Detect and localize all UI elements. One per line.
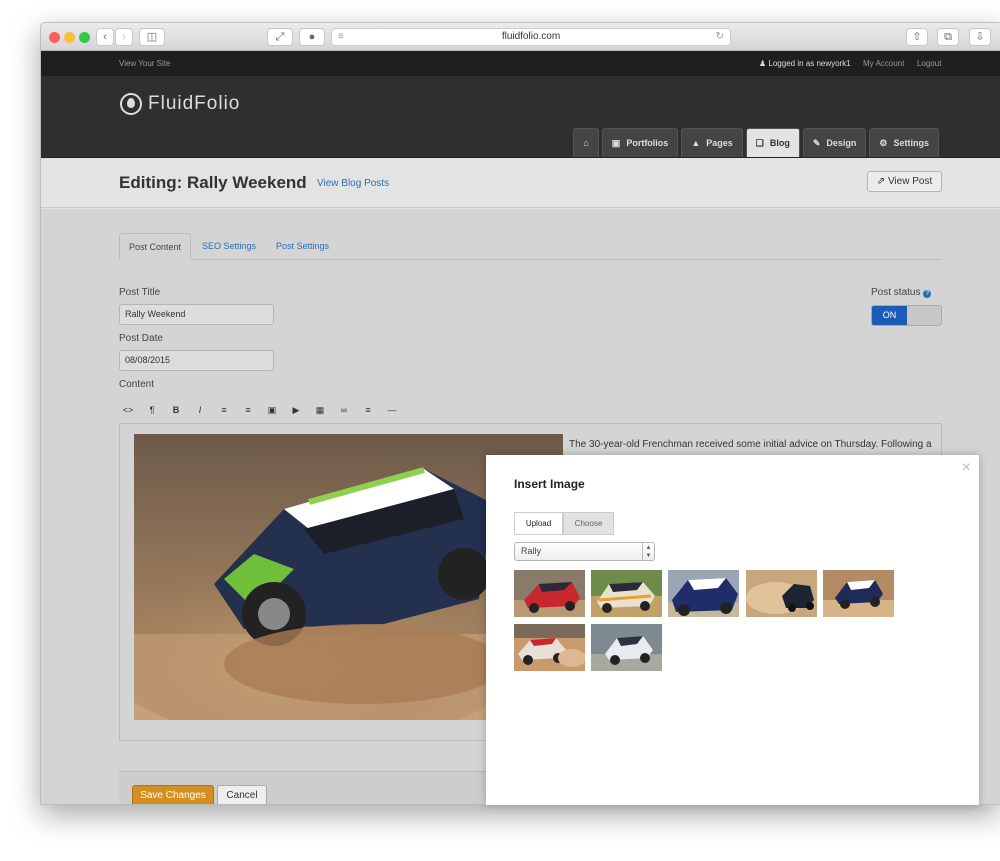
logged-in-label: ♟ Logged in as newyork1 [759, 59, 851, 68]
image-thumbnail[interactable] [514, 624, 585, 671]
view-post-button[interactable]: ⇗ View Post [867, 171, 942, 192]
close-icon[interactable]: × [962, 459, 971, 477]
browser-chrome: ‹ › ◫ ⤢ ● ≡ fluidfolio.com ↻ ⇧ ⧉ ⇩ [41, 23, 1000, 51]
home-icon: ⌂ [583, 138, 589, 148]
code-icon[interactable]: <> [121, 405, 135, 416]
tabs-icon[interactable]: ⧉ [937, 28, 959, 46]
content-label: Content [119, 379, 155, 390]
horizontal-rule-icon[interactable]: — [385, 405, 399, 416]
nav-design[interactable]: ✎ Design [802, 128, 867, 157]
post-title-input[interactable]: Rally Weekend [119, 304, 274, 325]
image-thumbnail[interactable] [591, 570, 662, 617]
back-icon[interactable]: ‹ [96, 28, 114, 46]
ordered-list-icon[interactable]: ≡ [241, 405, 255, 416]
user-icon: ♟ [759, 59, 769, 68]
nav-label: Blog [769, 138, 790, 148]
nav-home[interactable]: ⌂ [573, 128, 599, 157]
modal-title: Insert Image [514, 477, 585, 491]
sidebar-icon[interactable]: ◫ [139, 28, 165, 46]
insert-image-modal: Insert Image × Upload Choose Rally ▲ ▼ [486, 455, 979, 805]
align-icon[interactable]: ≡ [361, 405, 375, 416]
logo-text: FluidFolio [148, 93, 241, 114]
unordered-list-icon[interactable]: ≡ [217, 405, 231, 416]
my-account-link[interactable]: My Account [863, 59, 904, 68]
page-subheader: Editing: Rally Weekend View Blog Posts ⇗… [41, 158, 1000, 208]
tab-post-settings[interactable]: Post Settings [276, 233, 329, 260]
reader-icon[interactable]: ≡ [338, 29, 344, 45]
image-thumbnail[interactable] [668, 570, 739, 617]
italic-icon[interactable]: I [193, 405, 207, 416]
post-tabs: Post Content SEO Settings Post Settings [119, 233, 942, 260]
image-thumbnail[interactable] [591, 624, 662, 671]
admin-topbar: View Your Site ♟ Logged in as newyork1 M… [41, 51, 1000, 76]
folder-select-value: Rally [521, 546, 542, 556]
select-arrows-icon: ▲ ▼ [642, 543, 654, 560]
gears-icon: ⚙ [879, 137, 888, 148]
nav-label: Pages [706, 138, 733, 148]
logo[interactable]: FluidFolio [120, 93, 240, 115]
image-thumbnail[interactable] [823, 570, 894, 617]
image-thumbnail[interactable] [746, 570, 817, 617]
post-status-label: Post status ? [871, 287, 932, 298]
comments-icon: ❏ [755, 137, 764, 148]
link-icon[interactable]: ∞ [337, 405, 351, 416]
close-window-button[interactable] [49, 32, 60, 43]
folder-select[interactable]: Rally ▲ ▼ [514, 542, 655, 561]
share-icon[interactable]: ⇧ [906, 28, 928, 46]
nav-blog[interactable]: ❏ Blog [745, 128, 800, 157]
bold-icon[interactable]: B [169, 405, 183, 416]
reload-icon[interactable]: ↻ [716, 29, 724, 45]
post-date-label: Post Date [119, 333, 163, 344]
extension-icon[interactable]: ● [299, 28, 325, 46]
app-header: FluidFolio ⌂ ▣ Portfolios ▲ Pages ❏ Blog ✎ D… [41, 76, 1000, 158]
download-icon[interactable]: ⇩ [969, 28, 991, 46]
nav-settings[interactable]: ⚙ Settings [869, 128, 939, 157]
tab-choose[interactable]: Choose [563, 512, 614, 535]
nav-pages[interactable]: ▲ Pages [681, 128, 743, 157]
external-link-icon: ⇗ [876, 176, 886, 187]
nav-label: Settings [893, 138, 929, 148]
edit-icon: ✎ [812, 137, 821, 148]
tab-upload[interactable]: Upload [514, 512, 563, 535]
nav-label: Design [826, 138, 857, 148]
view-blog-posts-link[interactable]: View Blog Posts [317, 178, 389, 189]
tab-post-content[interactable]: Post Content [119, 233, 191, 260]
nav-label: Portfolios [626, 138, 669, 148]
fullscreen-icon[interactable]: ⤢ [267, 28, 293, 46]
paragraph-icon[interactable]: ¶ [145, 405, 159, 416]
url-text: fluidfolio.com [501, 31, 561, 42]
post-status-toggle[interactable]: ON [871, 305, 942, 326]
toggle-on-label: ON [872, 306, 907, 325]
table-icon[interactable]: ▦ [313, 405, 327, 416]
cancel-button[interactable]: Cancel [217, 785, 267, 804]
page-title: Editing: Rally Weekend [119, 173, 307, 192]
drop-icon [120, 93, 142, 115]
image-icon[interactable]: ▣ [265, 405, 279, 416]
address-bar[interactable]: ≡ fluidfolio.com ↻ [331, 28, 731, 46]
zoom-window-button[interactable] [79, 32, 90, 43]
tab-seo-settings[interactable]: SEO Settings [202, 233, 256, 260]
main-nav: ⌂ ▣ Portfolios ▲ Pages ❏ Blog ✎ Design ⚙ Sett… [573, 128, 939, 157]
sitemap-icon: ▲ [691, 138, 701, 148]
help-icon[interactable]: ? [923, 290, 932, 298]
save-changes-button[interactable]: Save Changes [132, 785, 214, 804]
view-post-label: View Post [887, 176, 933, 187]
forward-icon[interactable]: › [115, 28, 133, 46]
post-title-label: Post Title [119, 287, 161, 298]
nav-portfolios[interactable]: ▣ Portfolios [601, 128, 679, 157]
editor-toolbar: <> ¶ B I ≡ ≡ ▣ ▶ ▦ ∞ ≡ — [121, 405, 399, 416]
video-icon[interactable]: ▶ [289, 405, 303, 416]
logout-link[interactable]: Logout [917, 59, 941, 68]
minimize-window-button[interactable] [64, 32, 75, 43]
briefcase-icon: ▣ [611, 137, 621, 148]
post-date-input[interactable]: 08/08/2015 [119, 350, 274, 371]
image-thumbnail[interactable] [514, 570, 585, 617]
view-site-link[interactable]: View Your Site [119, 59, 170, 68]
